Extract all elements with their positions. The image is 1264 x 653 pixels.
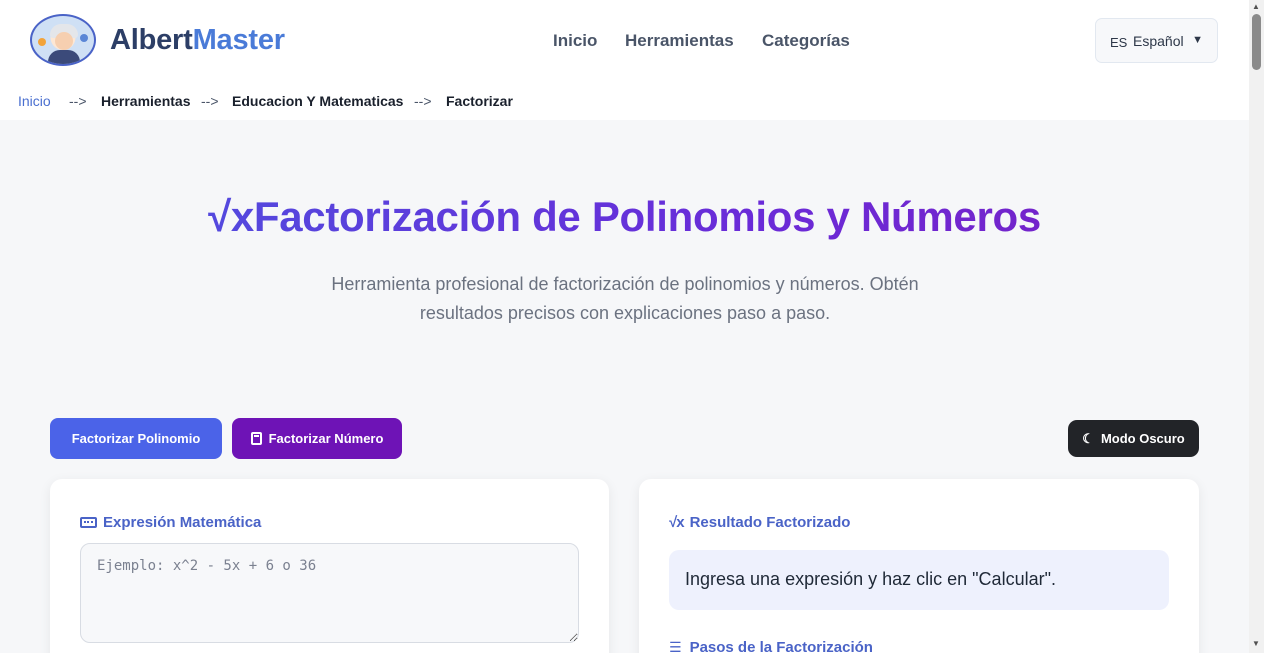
brand-part-2: Master <box>192 24 285 56</box>
nav-link-categorias[interactable]: Categorías <box>762 31 850 51</box>
breadcrumb-separator: --> <box>69 93 87 109</box>
factor-polynomial-button[interactable]: Factorizar Polinomio <box>50 418 222 459</box>
dark-mode-button[interactable]: ☾ Modo Oscuro <box>1068 420 1199 457</box>
brand-part-1: Albert <box>110 24 193 56</box>
result-card-title: √x Resultado Factorizado <box>669 514 850 531</box>
expression-input[interactable] <box>80 543 579 643</box>
brand-name[interactable]: AlbertMaster <box>110 24 285 57</box>
breadcrumb-educacion[interactable]: Educacion Y Matematicas <box>232 93 403 109</box>
dark-mode-label: Modo Oscuro <box>1100 431 1185 446</box>
keyboard-icon <box>80 517 97 528</box>
moon-icon: ☾ <box>1082 430 1094 446</box>
breadcrumb: Inicio --> Herramientas --> Educacion Y … <box>0 80 1249 120</box>
factor-number-button[interactable]: Factorizar Número <box>232 418 402 459</box>
input-card-title: Expresión Matemática <box>80 514 261 531</box>
input-card: Expresión Matemática <box>50 479 609 653</box>
nav-link-inicio[interactable]: Inicio <box>553 31 597 51</box>
scroll-down-arrow-icon[interactable]: ▼ <box>1252 639 1260 648</box>
factor-polynomial-label: Factorizar Polinomio <box>71 431 201 446</box>
list-numbered-icon: ☰ <box>669 639 682 653</box>
language-name: Español <box>1133 33 1184 49</box>
page-subtitle: Herramienta profesional de factorización… <box>331 274 919 323</box>
breadcrumb-current: Factorizar <box>446 93 513 109</box>
steps-title-text: Pasos de la Factorización <box>689 639 873 653</box>
scroll-up-arrow-icon[interactable]: ▲ <box>1252 2 1260 11</box>
language-code: ES <box>1110 35 1128 50</box>
steps-title: ☰ Pasos de la Factorización <box>669 639 873 653</box>
breadcrumb-separator: --> <box>414 93 432 109</box>
breadcrumb-separator: --> <box>201 93 219 109</box>
breadcrumb-inicio[interactable]: Inicio <box>18 93 51 109</box>
site-header: AlbertMaster Inicio Herramientas Categor… <box>0 0 1249 80</box>
breadcrumb-herramientas[interactable]: Herramientas <box>101 93 191 109</box>
factor-number-label: Factorizar Número <box>268 431 384 446</box>
result-output: Ingresa una expresión y haz clic en "Cal… <box>669 550 1169 610</box>
page-scrollbar[interactable]: ▲ ▼ <box>1249 0 1264 653</box>
square-root-icon: √x <box>669 514 685 531</box>
nav-link-herramientas[interactable]: Herramientas <box>625 31 734 51</box>
page-title: √xFactorización de Polinomios y Números <box>0 193 1249 241</box>
chevron-down-icon: ▼ <box>1192 34 1203 46</box>
result-card-title-text: Resultado Factorizado <box>689 514 851 531</box>
scrollbar-thumb[interactable] <box>1252 14 1261 70</box>
albertmaster-logo-icon[interactable] <box>30 14 96 66</box>
result-card: √x Resultado Factorizado Ingresa una exp… <box>639 479 1199 653</box>
language-selector[interactable]: ES Español ▼ <box>1095 18 1218 63</box>
calculator-icon <box>250 432 262 445</box>
input-card-title-text: Expresión Matemática <box>103 514 262 531</box>
